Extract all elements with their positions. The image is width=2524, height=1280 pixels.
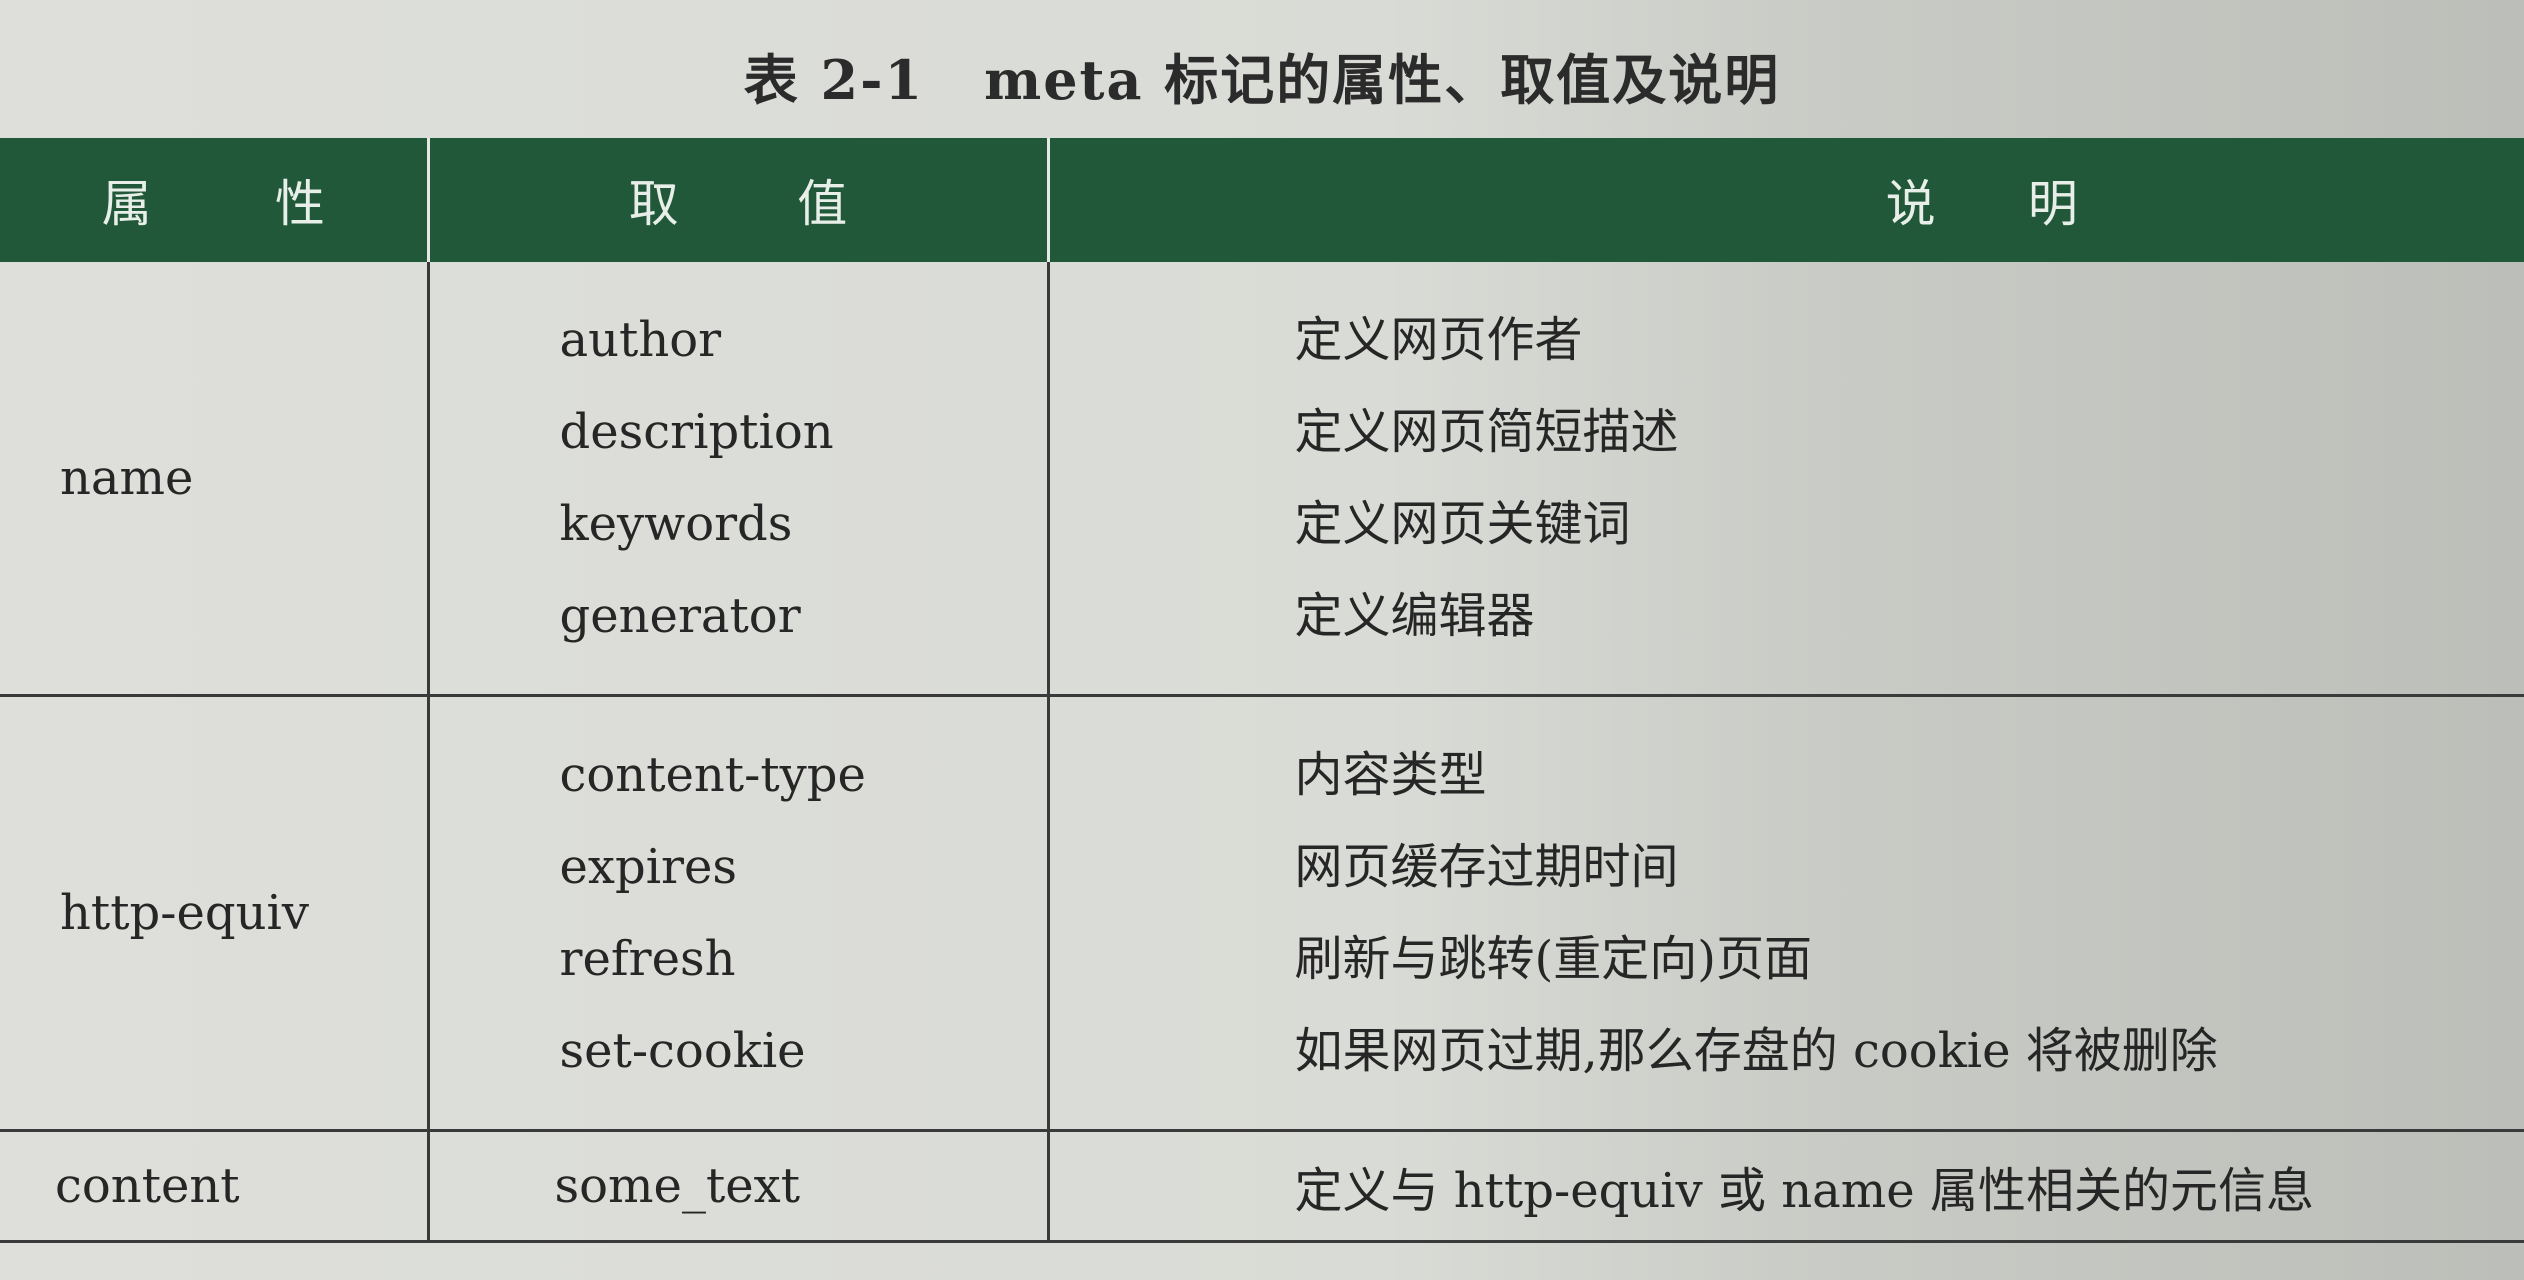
value-item: author: [559, 312, 722, 368]
header-attribute-char-2: 性: [274, 175, 325, 233]
values-cell: author description keywords generator: [428, 262, 1050, 697]
table-row: content some_text 定义与 http-equiv 或 name …: [0, 1130, 2524, 1243]
description-item: 刷新与跳转(重定向)页面: [1294, 931, 1812, 987]
description-item: 定义编辑器: [1294, 588, 1535, 644]
descriptions-cell: 定义网页作者 定义网页简短描述 定义网页关键词 定义编辑器: [1048, 262, 2524, 697]
table-row: name author description keywords generat…: [0, 262, 2524, 697]
header-attribute: 属 性: [0, 138, 430, 262]
table-caption: 表 2-1 meta 标记的属性、取值及说明: [0, 36, 2524, 115]
attribute-cell: name: [0, 262, 430, 697]
table-row: http-equiv content-type expires refresh …: [0, 695, 2524, 1132]
values-cell: content-type expires refresh set-cookie: [428, 695, 1050, 1132]
description-item: 定义网页简短描述: [1294, 404, 1679, 460]
description-item: 网页缓存过期时间: [1294, 839, 1679, 895]
header-description-char-2: 明: [2027, 175, 2078, 233]
table-number: 表 2-1: [743, 48, 925, 112]
header-description-char-1: 说: [1885, 175, 1936, 233]
value-item: set-cookie: [559, 1023, 806, 1079]
description-item: 如果网页过期,那么存盘的 cookie 将被删除: [1294, 1023, 2218, 1079]
value-item: description: [559, 404, 834, 460]
header-value-char-1: 取: [628, 175, 679, 233]
value-item: keywords: [559, 496, 793, 552]
value-item: content-type: [559, 747, 866, 803]
description-item: 内容类型: [1294, 747, 1487, 803]
value-item: refresh: [559, 931, 736, 987]
attribute-cell: http-equiv: [0, 695, 430, 1132]
value-item: generator: [559, 588, 801, 644]
description-item: 定义与 http-equiv 或 name 属性相关的元信息: [1048, 1130, 2524, 1243]
attribute-cell: content: [0, 1130, 430, 1243]
table-header-row: 属 性 取 值 说 明: [0, 138, 2524, 262]
header-attribute-char-1: 属: [101, 175, 152, 233]
descriptions-cell: 内容类型 网页缓存过期时间 刷新与跳转(重定向)页面 如果网页过期,那么存盘的 …: [1048, 695, 2524, 1132]
description-item: 定义网页关键词: [1294, 496, 1631, 552]
header-value-char-2: 值: [797, 175, 848, 233]
table-title: meta 标记的属性、取值及说明: [984, 48, 1781, 112]
value-item: some_text: [428, 1130, 1050, 1243]
description-item: 定义网页作者: [1294, 312, 1583, 368]
value-item: expires: [559, 839, 738, 895]
header-value: 取 值: [428, 138, 1050, 262]
header-description: 说 明: [1048, 138, 2524, 262]
meta-attributes-table: 属 性 取 值 说 明 name author description keyw…: [0, 138, 2524, 1243]
